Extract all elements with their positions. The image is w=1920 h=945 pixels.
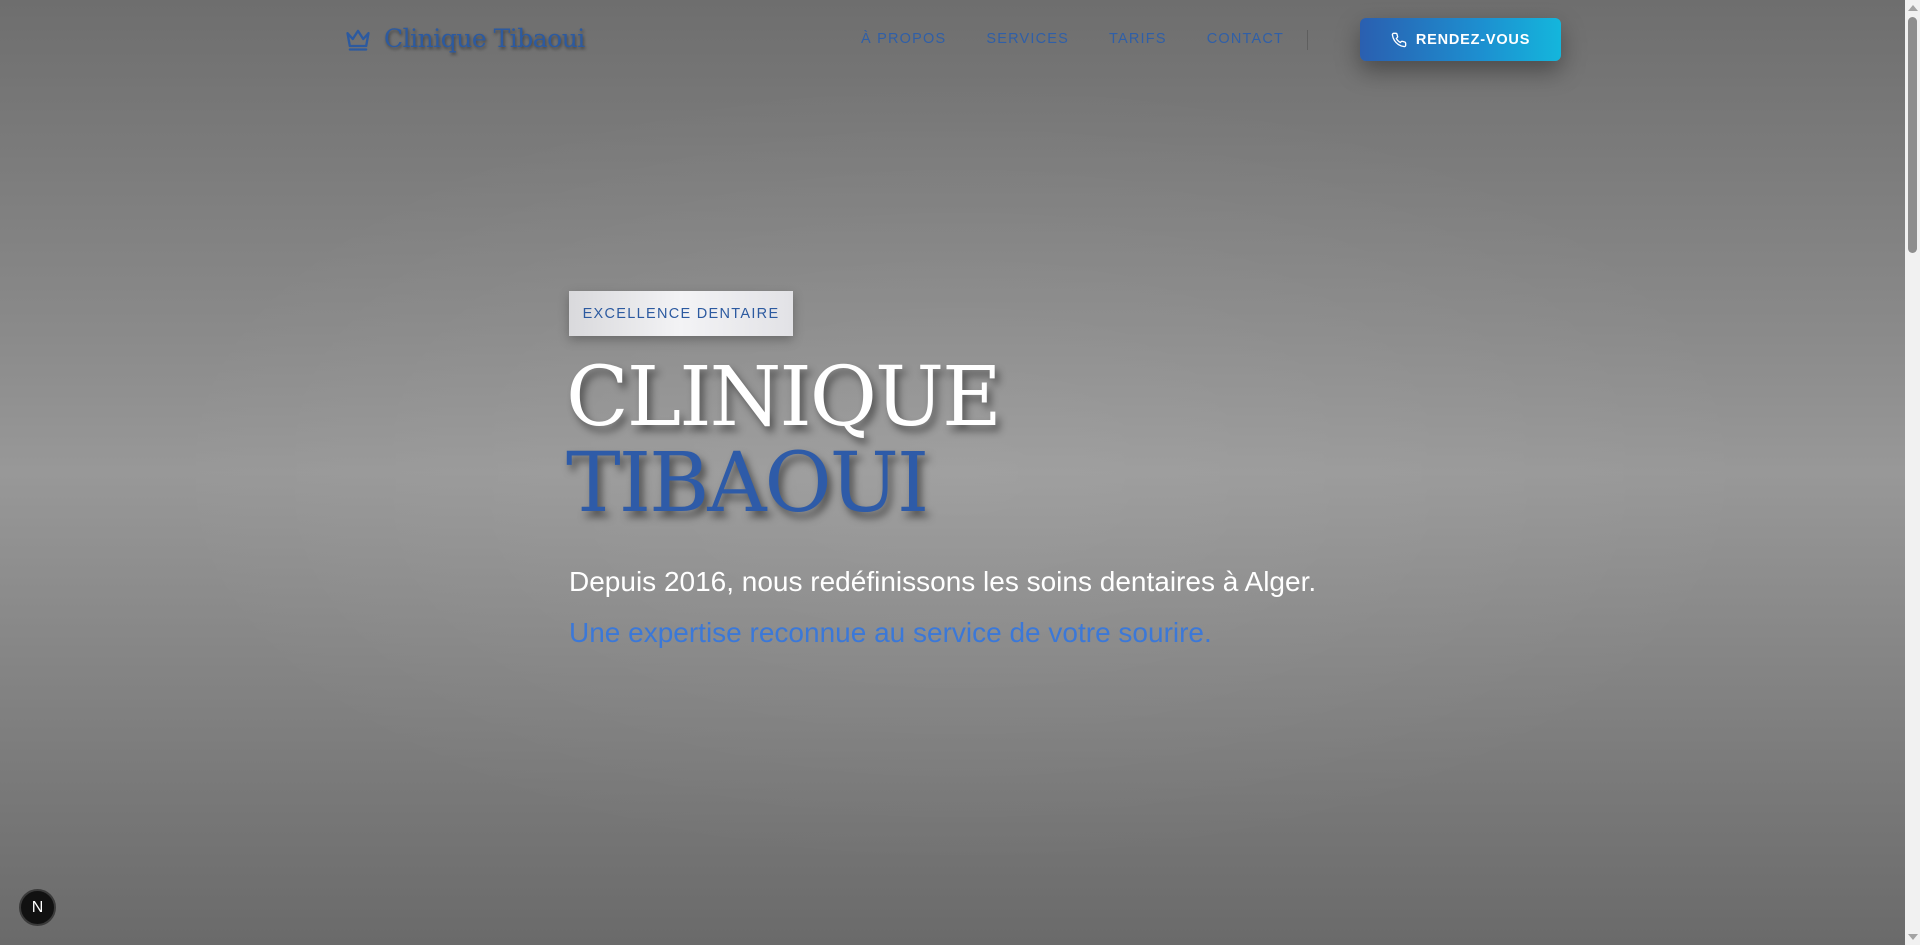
hero-title-line2: TIBAOUI <box>566 436 929 531</box>
nav-link-tarifs[interactable]: TARIFS <box>1109 31 1167 47</box>
site-header: Clinique Tibaoui À PROPOS SERVICES TARIF… <box>0 0 1905 80</box>
scroll-down-arrow-icon[interactable] <box>1908 934 1918 940</box>
nav-link-contact[interactable]: CONTACT <box>1207 31 1284 47</box>
floating-n-badge[interactable]: N <box>19 889 56 926</box>
page-scrollbar[interactable] <box>1905 0 1920 945</box>
hero-tagline: Une expertise reconnue au service de vot… <box>569 617 1212 648</box>
crown-icon <box>346 29 370 51</box>
hero-badge: EXCELLENCE DENTAIRE <box>569 291 793 336</box>
page: Clinique Tibaoui À PROPOS SERVICES TARIF… <box>0 0 1920 945</box>
nav-link-a-propos[interactable]: À PROPOS <box>861 31 946 47</box>
scroll-up-arrow-icon[interactable] <box>1908 5 1918 11</box>
main-nav: À PROPOS SERVICES TARIFS CONTACT <box>861 31 1284 47</box>
hero-title-line1: CLINIQUE <box>566 350 1002 445</box>
hero-subtitle: Depuis 2016, nous redéfinissons les soin… <box>569 566 1317 597</box>
phone-icon <box>1391 32 1407 47</box>
hero-title: CLINIQUE TIBAOUI <box>566 350 1002 531</box>
brand-name: Clinique Tibaoui <box>384 24 585 53</box>
nav-link-services[interactable]: SERVICES <box>986 31 1069 47</box>
rendez-vous-label: RENDEZ-VOUS <box>1415 31 1531 48</box>
scroll-thumb[interactable] <box>1908 17 1917 253</box>
brand-logo[interactable]: Clinique Tibaoui <box>344 24 585 53</box>
rendez-vous-button[interactable]: RENDEZ-VOUS <box>1360 18 1561 61</box>
nav-divider <box>1307 30 1308 50</box>
